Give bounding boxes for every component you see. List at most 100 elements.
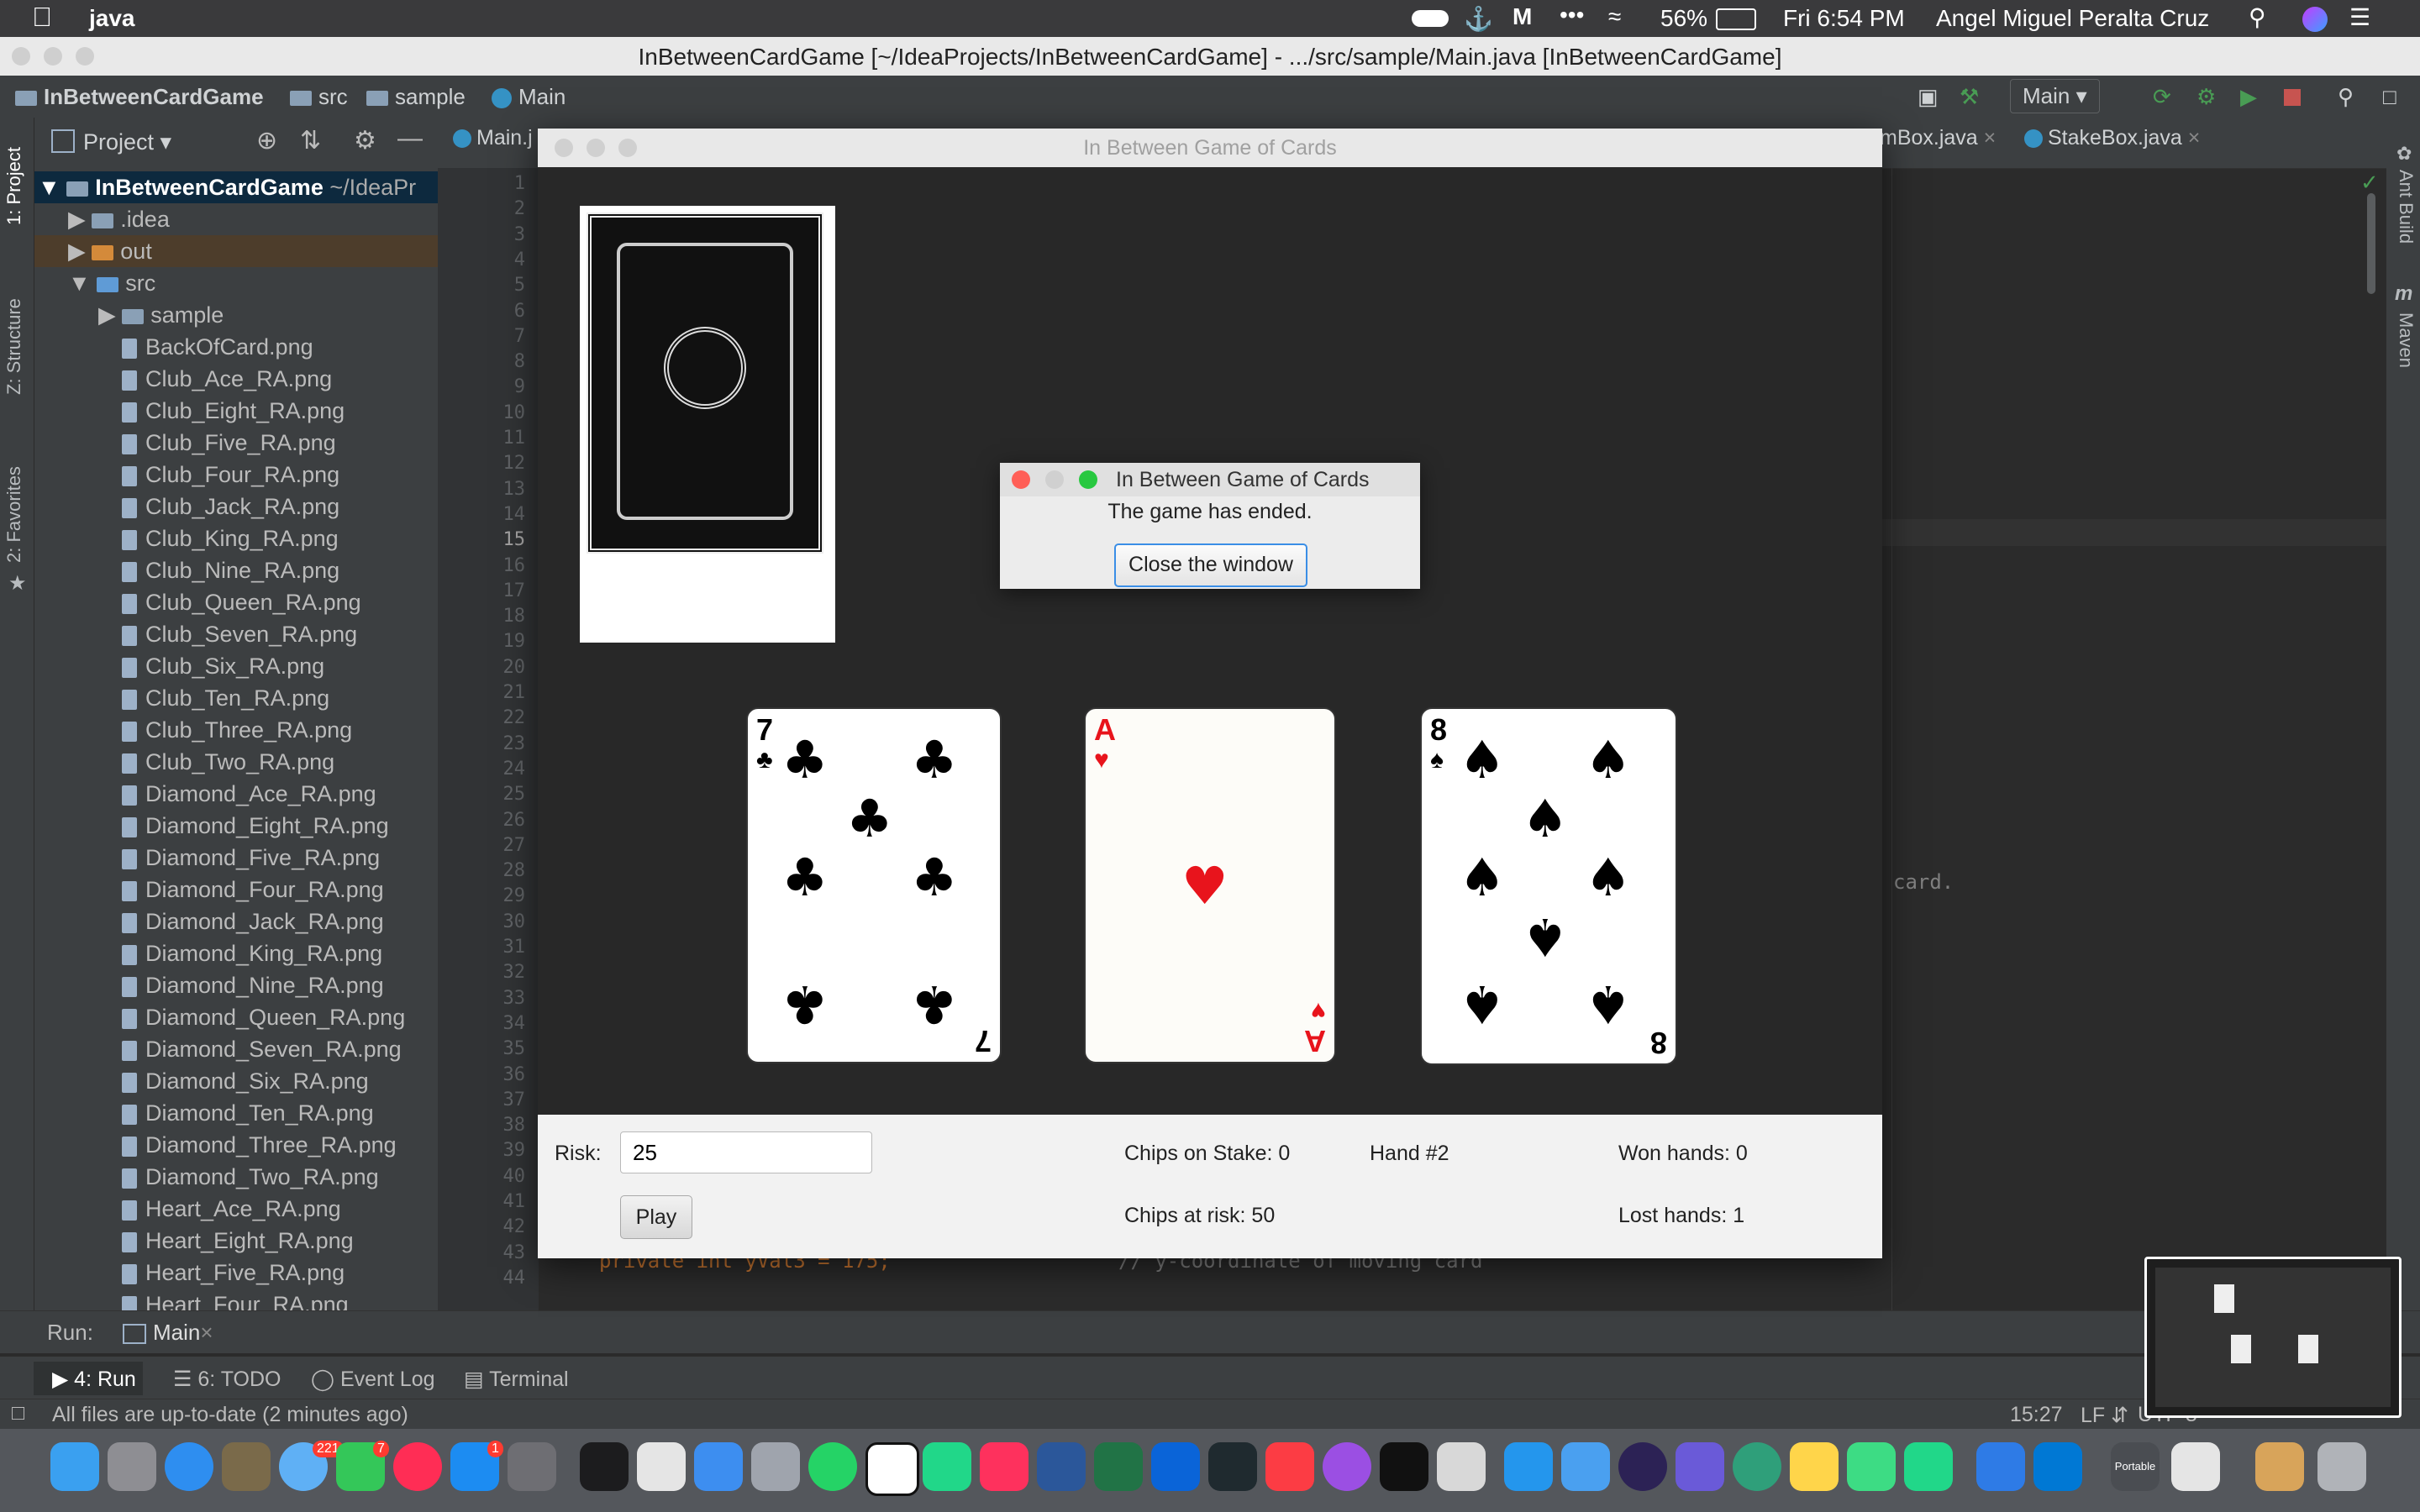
folder-icon[interactable]: □ xyxy=(2383,84,2396,110)
system-preferences-icon[interactable] xyxy=(508,1442,556,1491)
excel-icon[interactable] xyxy=(1094,1442,1143,1491)
notes-icon[interactable] xyxy=(1790,1442,1839,1491)
cloud-app-icon[interactable] xyxy=(1561,1442,1610,1491)
screenshot-thumbnail[interactable] xyxy=(2144,1257,2402,1418)
build-hammer-icon[interactable]: ⚒ xyxy=(1960,84,1979,110)
tab-maven[interactable]: Maven xyxy=(2395,312,2417,368)
tree-folder-out[interactable]: ▶ out xyxy=(34,235,438,267)
maximize-button[interactable] xyxy=(1079,470,1097,489)
xcode-icon[interactable] xyxy=(694,1442,743,1491)
tool-tab-event-log[interactable]: ◯ Event Log xyxy=(311,1367,435,1392)
bootstrap-icon[interactable] xyxy=(1676,1442,1724,1491)
onedrive-icon[interactable] xyxy=(1151,1442,1200,1491)
finder-icon[interactable] xyxy=(50,1442,99,1491)
deck-card-back[interactable] xyxy=(580,206,835,643)
target-icon[interactable]: ⊕ xyxy=(256,126,277,155)
tab-project[interactable]: 1: Project xyxy=(3,147,25,225)
minimize-button[interactable] xyxy=(587,139,605,157)
play-button[interactable]: Play xyxy=(620,1195,692,1239)
launchpad-icon[interactable] xyxy=(108,1442,156,1491)
pycharm-icon[interactable] xyxy=(923,1442,971,1491)
preview-icon[interactable] xyxy=(222,1442,271,1491)
tree-file[interactable]: Club_Nine_RA.png xyxy=(122,554,339,586)
tree-folder-src[interactable]: ▼ src xyxy=(68,267,155,299)
qc-icon[interactable] xyxy=(1904,1442,1953,1491)
tree-file[interactable]: Diamond_Ten_RA.png xyxy=(122,1097,374,1129)
tree-file[interactable]: Heart_Five_RA.png xyxy=(122,1257,345,1289)
breadcrumb-main[interactable]: Main xyxy=(492,84,566,110)
grammarly-icon[interactable] xyxy=(865,1442,919,1496)
tree-folder-idea[interactable]: ▶ .idea xyxy=(68,203,170,235)
more-icon[interactable]: ••• xyxy=(1560,2,1584,29)
tree-file[interactable]: Diamond_King_RA.png xyxy=(122,937,382,969)
user-name[interactable]: Angel Miguel Peralta Cruz xyxy=(1936,5,2209,32)
clock[interactable]: Fri 6:54 PM xyxy=(1783,5,1905,32)
line-separator[interactable]: LF ⇵ xyxy=(2081,1403,2128,1428)
tree-file[interactable]: Diamond_Four_RA.png xyxy=(122,874,384,906)
disk-utility-icon[interactable] xyxy=(751,1442,800,1491)
stack-icon[interactable] xyxy=(2171,1442,2220,1491)
tree-file[interactable]: Heart_Four_RA.png xyxy=(122,1289,349,1310)
docker-icon[interactable]: ⚓ xyxy=(1464,5,1493,33)
search-everywhere-icon[interactable]: ⚲ xyxy=(2338,84,2354,110)
close-button[interactable] xyxy=(1012,470,1030,489)
outlook-icon[interactable] xyxy=(2033,1442,2082,1491)
tree-file[interactable]: Diamond_Queen_RA.png xyxy=(122,1001,405,1033)
tree-file[interactable]: Diamond_Two_RA.png xyxy=(122,1161,379,1193)
hand-icon[interactable] xyxy=(1437,1442,1486,1491)
close-tab-icon[interactable]: × xyxy=(2188,126,2201,150)
tree-file[interactable]: Diamond_Three_RA.png xyxy=(122,1129,397,1161)
tree-file[interactable]: Club_Four_RA.png xyxy=(122,459,339,491)
downloads-folder-icon[interactable] xyxy=(1976,1442,2025,1491)
run-config-select[interactable]: Main ▾ xyxy=(2010,79,2100,113)
android-studio-icon[interactable] xyxy=(1847,1442,1896,1491)
run-tab-main[interactable]: Main × xyxy=(123,1320,213,1346)
intellij-icon[interactable] xyxy=(980,1442,1028,1491)
tree-file[interactable]: Heart_Ace_RA.png xyxy=(122,1193,341,1225)
stop-icon[interactable] xyxy=(2284,89,2301,106)
breadcrumb-project[interactable]: InBetweenCardGame xyxy=(15,84,264,110)
editor-scrollbar[interactable] xyxy=(2367,193,2375,294)
eclipse-icon[interactable] xyxy=(1618,1442,1667,1491)
tool-tab-run[interactable]: ▶ 4: Run xyxy=(52,1367,136,1392)
tab-mbox-java[interactable]: mBox.java × xyxy=(1880,126,1996,150)
tab-favorites[interactable]: 2: Favorites xyxy=(3,466,25,563)
music-icon[interactable] xyxy=(1265,1442,1314,1491)
minimize-button[interactable] xyxy=(1045,470,1064,489)
textedit-icon[interactable] xyxy=(637,1442,686,1491)
tree-file[interactable]: Club_Ten_RA.png xyxy=(122,682,329,714)
tree-file[interactable]: Club_Seven_RA.png xyxy=(122,618,357,650)
podcasts-icon[interactable] xyxy=(1323,1442,1371,1491)
battery-icon[interactable] xyxy=(1716,8,1756,30)
tree-file[interactable]: Heart_Eight_RA.png xyxy=(122,1225,354,1257)
trash-icon[interactable] xyxy=(2317,1442,2366,1491)
tool-tab-todo[interactable]: ☰ 6: TODO xyxy=(173,1367,281,1392)
hide-icon[interactable]: — xyxy=(397,124,423,153)
whatsapp-icon[interactable] xyxy=(808,1442,857,1491)
close-tab-icon[interactable]: × xyxy=(200,1320,213,1346)
close-tab-icon[interactable]: × xyxy=(1984,126,1996,150)
notification-center-icon[interactable]: ☰ xyxy=(2349,3,2370,31)
tree-root[interactable]: ▼ InBetweenCardGame ~/IdeaPr xyxy=(34,171,438,203)
tab-structure[interactable]: Z: Structure xyxy=(3,298,25,395)
siri-icon[interactable] xyxy=(2302,7,2328,32)
debug-bug-icon[interactable]: ⚙ xyxy=(2196,84,2216,110)
close-button[interactable] xyxy=(555,139,573,157)
cloud-icon[interactable] xyxy=(1412,10,1449,27)
tree-folder-sample[interactable]: ▶ sample xyxy=(98,299,224,331)
terminal-icon[interactable] xyxy=(580,1442,629,1491)
activity-monitor-icon[interactable] xyxy=(1208,1442,1257,1491)
breadcrumb-sample[interactable]: sample xyxy=(366,84,466,110)
portable-ssd-icon[interactable]: Portable SSD xyxy=(2111,1442,2160,1491)
caret-position[interactable]: 15:27 xyxy=(2010,1403,2063,1427)
news-icon[interactable] xyxy=(393,1442,442,1491)
word-icon[interactable] xyxy=(1037,1442,1086,1491)
tree-file[interactable]: Diamond_Seven_RA.png xyxy=(122,1033,402,1065)
panel-view-select[interactable]: Project ▾ xyxy=(83,129,171,155)
collapse-icon[interactable]: ⇅ xyxy=(300,126,321,155)
tree-file[interactable]: Club_Five_RA.png xyxy=(122,427,336,459)
tree-file[interactable]: Diamond_Nine_RA.png xyxy=(122,969,384,1001)
tab-main-java[interactable]: Main.j xyxy=(453,126,533,150)
tree-file[interactable]: Club_Queen_RA.png xyxy=(122,586,361,618)
layout-icon[interactable]: ▣ xyxy=(1918,84,1939,110)
